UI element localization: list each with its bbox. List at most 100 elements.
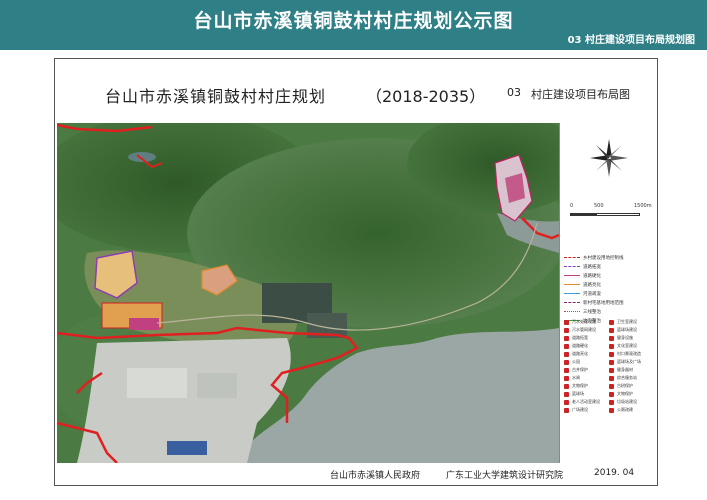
legend-item: 道路硬化 [564, 343, 609, 349]
scale-label: 500 [594, 203, 604, 209]
footer-authority: 台山市赤溪镇人民政府 [330, 471, 421, 481]
legend-item-label: 公园 [572, 359, 580, 364]
map-canvas [57, 123, 559, 463]
legend-item-label: 篮球场 [572, 391, 584, 396]
legend-item: 篮球场 [564, 391, 609, 397]
legend-item: 文物保护 [564, 383, 609, 389]
legend-symbol-icon [609, 343, 614, 349]
legend-item: 公厕改建 [609, 407, 654, 413]
legend-item-label: 老人活动室建设 [572, 399, 600, 404]
legend-symbol-icon [609, 391, 614, 397]
legend-symbol-icon [609, 407, 614, 413]
legend-item-label: 垃圾站建设 [617, 399, 637, 404]
legend-item: 公园 [564, 359, 609, 365]
legend-item-label: 健身器材 [617, 367, 633, 372]
legend-item-label: 道路硬化 [572, 343, 588, 348]
compass-rose-icon [590, 139, 628, 177]
legend-item: 道路亮化 [564, 351, 609, 357]
legend-line-label: 河道疏浚 [583, 291, 601, 297]
legend-item: 古井保护 [564, 367, 609, 373]
legend-symbol-icon [609, 327, 614, 333]
legend-symbol-icon [609, 399, 614, 405]
legend-item: 古树保护 [609, 383, 654, 389]
legend-symbol-icon [564, 319, 569, 325]
legend-item-label: 污水处理设施 [572, 319, 596, 324]
legend-symbol-icon [609, 367, 614, 373]
legend-symbol-icon [564, 383, 569, 389]
legend-line-label: 乡村建设用地控制线 [583, 255, 624, 261]
page-subtitle: 03 村庄建设项目布局规划图 [567, 35, 695, 46]
legend-item: 广场建设 [564, 407, 609, 413]
legend-item-label: 文物保护 [572, 383, 588, 388]
legend-symbol-icon [564, 359, 569, 365]
satellite-map [57, 123, 559, 463]
sheet-period: （2018-2035） [366, 87, 486, 106]
legend-line-label: 道路硬化 [583, 273, 601, 279]
footer-institute: 广东工业大学建筑设计研究院 [446, 471, 564, 481]
legend-symbol-icon [564, 367, 569, 373]
legend-line-row: 道路拓宽 [564, 262, 654, 271]
legend-line-row: 道路硬化 [564, 271, 654, 280]
legend-item-label: 卫生室建设 [617, 319, 637, 324]
industrial-block [127, 368, 187, 398]
legend-line-swatch [564, 293, 580, 294]
legend-item-label: 道路拓宽 [572, 335, 588, 340]
legend-item: 老人活动室建设 [564, 399, 609, 405]
legend-line-swatch [564, 275, 580, 276]
legend-item-label: 健身设施 [617, 335, 633, 340]
legend-item-label: 古井保护 [572, 367, 588, 372]
legend-item-label: 污水管网建设 [572, 327, 596, 332]
legend-item-label: 文物保护 [617, 391, 633, 396]
legend-item: 综合服务站 [609, 375, 654, 381]
legend-item: 水闸 [564, 375, 609, 381]
legend-line-row: 河道疏浚 [564, 289, 654, 298]
legend-symbol-icon [609, 335, 614, 341]
legend-item: 污水处理设施 [564, 319, 609, 325]
scale-segment [570, 213, 596, 216]
legend-symbol-icon [609, 375, 614, 381]
legend-line-label: 道路亮化 [583, 282, 601, 288]
legend-item-label: 篮球场及广场 [617, 359, 641, 364]
legend-line-swatch [564, 284, 580, 285]
legend-item-label: 篮球场建设 [617, 327, 637, 332]
legend-line-swatch [564, 302, 580, 303]
scale-label: 0 [570, 203, 574, 209]
legend-line-label: 道路拓宽 [583, 264, 601, 270]
legend-symbol-icon [564, 391, 569, 397]
industrial-block [197, 373, 237, 398]
sheet-name: 村庄建设项目布局图 [531, 88, 630, 101]
legend-item-label: 水闸 [572, 375, 580, 380]
legend-symbol-icon [609, 319, 614, 325]
scale-label: 1500m [634, 203, 652, 209]
reservoir [128, 152, 156, 162]
legend-symbol-icon [564, 343, 569, 349]
legend-line-swatch [564, 266, 580, 267]
scale-segment [596, 213, 640, 216]
sheet-title: 台山市赤溪镇铜鼓村村庄规划 [105, 87, 327, 106]
legend-item: 垃圾站建设 [609, 399, 654, 405]
legend-item: 篮球场及广场 [609, 359, 654, 365]
legend-item-label: 文化室建设 [617, 343, 637, 348]
legend-line-label: 新村宅基地用地范围 [583, 300, 624, 306]
legend-item: 健身设施 [609, 335, 654, 341]
legend-item: 村口景观改造 [609, 351, 654, 357]
legend-line-swatch [564, 311, 580, 312]
legend-symbol-icon [564, 375, 569, 381]
legend-symbol-icon [609, 351, 614, 357]
industrial-block [167, 441, 207, 455]
scale-bar: 0 500 1500m [570, 203, 652, 225]
legend-line-row: 乡村建设用地控制线 [564, 253, 654, 262]
legend-item-label: 道路亮化 [572, 351, 588, 356]
legend-item-label: 古树保护 [617, 383, 633, 388]
footer-date: 2019. 04 [594, 468, 635, 478]
sheet-code: 03 [507, 86, 521, 99]
legend-symbol-icon [564, 327, 569, 333]
legend-line-row: 新村宅基地用地范围 [564, 298, 654, 307]
legend-item: 健身器材 [609, 367, 654, 373]
legend-item-label: 广场建设 [572, 407, 588, 412]
legend-item-label: 综合服务站 [617, 375, 637, 380]
legend-symbols: 污水处理设施 卫生室建设污水管网建设 篮球场建设道路拓宽 健身设施道路硬化 文化室建设道… [564, 319, 654, 413]
legend-symbol-icon [564, 399, 569, 405]
legend-lines: 乡村建设用地控制线 道路拓宽 道路硬化 道路亮化 河道疏浚 新村宅基地用地范围 三线整治 边沟… [564, 253, 654, 325]
legend-symbol-icon [609, 359, 614, 365]
